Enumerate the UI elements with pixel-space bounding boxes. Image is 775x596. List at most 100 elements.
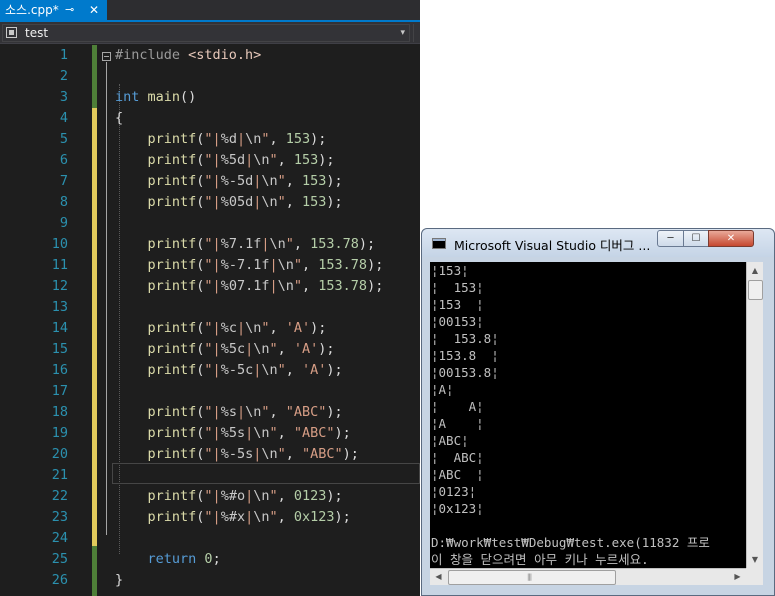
code-token: , [269,131,286,147]
horizontal-scroll-thumb[interactable]: ||| [448,570,616,585]
code-token: printf [115,488,197,504]
code-text: printf("|%s|\n", "ABC"); [115,402,343,423]
scroll-down-icon[interactable]: ▼ [747,551,763,568]
code-token: %05d [220,194,254,210]
code-editor[interactable]: 소스.cpp* ⊸ ✕ test ▾ 1 #include <stdio.h> 2 3… [0,0,420,596]
line-number: 12 [51,278,68,294]
code-text: printf("|%07.1f|\n", 153.78); [115,276,384,297]
line-number: 7 [59,173,68,189]
code-line[interactable]: 2 [0,66,420,87]
code-token: ); [358,236,376,252]
line-number: 19 [51,425,68,441]
project-icon [6,27,17,38]
code-line[interactable]: 23 printf("|%#x|\n", 0x123); [0,507,420,528]
code-token: } [115,572,124,588]
code-line[interactable]: 4{ [0,108,420,129]
code-token: " [277,446,286,462]
code-text: #include <stdio.h> [115,45,261,66]
scroll-left-icon[interactable]: ◀ [430,569,447,585]
code-token: , [285,194,303,210]
code-line[interactable]: 16 printf("|%-5c|\n", 'A'); [0,360,420,381]
code-token: \n [269,236,286,252]
code-line[interactable]: 13 [0,297,420,318]
console-output-line: 이 창을 닫으려면 아무 키나 누르세요. [431,552,649,567]
code-token: %-5d [220,173,254,189]
code-text: printf("|%d|\n", 153); [115,129,327,150]
close-button[interactable]: ✕ [708,230,754,247]
code-token: printf [115,341,197,357]
code-line[interactable]: 20 printf("|%-5s|\n", "ABC"); [0,444,420,465]
code-token: ); [342,446,359,462]
line-number: 16 [51,362,68,378]
code-token: , [277,152,294,168]
line-number: 23 [51,509,68,525]
code-token: \n [253,341,270,357]
code-line[interactable]: 3 int main() [0,87,420,108]
scroll-up-icon[interactable]: ▲ [747,262,763,279]
code-line[interactable]: 26} [0,570,420,591]
code-text: printf("|%5s|\n", "ABC"); [115,423,351,444]
code-token: " [261,320,270,336]
code-token: %c [220,320,237,336]
code-line[interactable]: 25 return 0; [0,549,420,570]
pin-icon[interactable]: ⊸ [65,0,74,20]
code-token: printf [115,236,197,252]
code-token: int [115,89,140,105]
code-line[interactable]: 1 #include <stdio.h> [0,45,420,66]
code-token: ); [367,278,384,294]
line-number: 5 [59,131,68,147]
code-token: printf [115,404,197,420]
code-line[interactable]: 8 printf("|%05d|\n", 153); [0,192,420,213]
code-line[interactable]: 9 [0,213,420,234]
line-number: 4 [59,110,68,126]
code-line[interactable]: 11 printf("|%-7.1f|\n", 153.78); [0,255,420,276]
code-area[interactable]: 1 #include <stdio.h> 2 3 int main() 4{5 print… [0,45,420,596]
tab-source-file[interactable]: 소스.cpp* ⊸ ✕ [0,0,107,20]
code-token: ); [310,320,327,336]
project-dropdown[interactable]: test ▾ [2,24,410,42]
scroll-right-icon[interactable]: ▶ [729,569,746,585]
console-output-line: ¦00153.8¦ [431,365,499,380]
code-line[interactable]: 15 printf("|%5c|\n", 'A'); [0,339,420,360]
code-token: " [269,152,278,168]
code-line[interactable]: 24 [0,528,420,549]
code-token: " [269,509,278,525]
line-number: 24 [51,530,68,546]
code-token: | [236,404,246,420]
code-line[interactable]: 22 printf("|%#o|\n", 0123); [0,486,420,507]
code-line[interactable]: 18 printf("|%s|\n", "ABC"); [0,402,420,423]
code-line[interactable]: 12 printf("|%07.1f|\n", 153.78); [0,276,420,297]
code-line[interactable]: 21 [0,465,420,486]
line-number: 3 [59,89,68,105]
code-token: , [285,362,303,378]
code-token: %#o [220,488,246,504]
console-output[interactable]: ¦153¦ ¦ 153¦ ¦153 ¦ ¦00153¦ ¦ 153.8¦ ¦153.8 ¦… [430,262,746,568]
line-number: 6 [59,152,68,168]
console-output-line: ¦ ABC¦ [431,450,484,465]
grip-icon: ||| [527,573,532,581]
horizontal-scrollbar[interactable]: ◀ ||| ▶ [430,568,746,585]
code-line[interactable]: 5 printf("|%d|\n", 153); [0,129,420,150]
line-number: 1 [59,47,68,63]
code-token: , [277,341,294,357]
maximize-button[interactable]: ☐ [683,230,709,247]
console-window[interactable]: Microsoft Visual Studio 디버그 ... ─ ☐ ✕ ¦1… [421,228,775,596]
line-number: 21 [51,467,68,483]
vertical-scroll-thumb[interactable] [748,280,763,300]
console-titlebar[interactable]: Microsoft Visual Studio 디버그 ... ─ ☐ ✕ [422,229,774,257]
minimize-button[interactable]: ─ [657,230,684,247]
close-icon[interactable]: ✕ [89,0,99,20]
vertical-scrollbar[interactable]: ▲ ▼ [746,262,763,568]
chevron-down-icon[interactable]: ▾ [400,25,405,41]
code-line[interactable]: 14 printf("|%c|\n", 'A'); [0,318,420,339]
code-token: \n [261,446,278,462]
code-line[interactable]: 10 printf("|%7.1f|\n", 153.78); [0,234,420,255]
code-token: | [245,341,254,357]
code-line[interactable]: 17 [0,381,420,402]
code-token: ); [310,131,327,147]
code-token: " [277,362,286,378]
code-line[interactable]: 6 printf("|%5d|\n", 153); [0,150,420,171]
code-line[interactable]: 7 printf("|%-5d|\n", 153); [0,171,420,192]
code-line[interactable]: 19 printf("|%5s|\n", "ABC"); [0,423,420,444]
